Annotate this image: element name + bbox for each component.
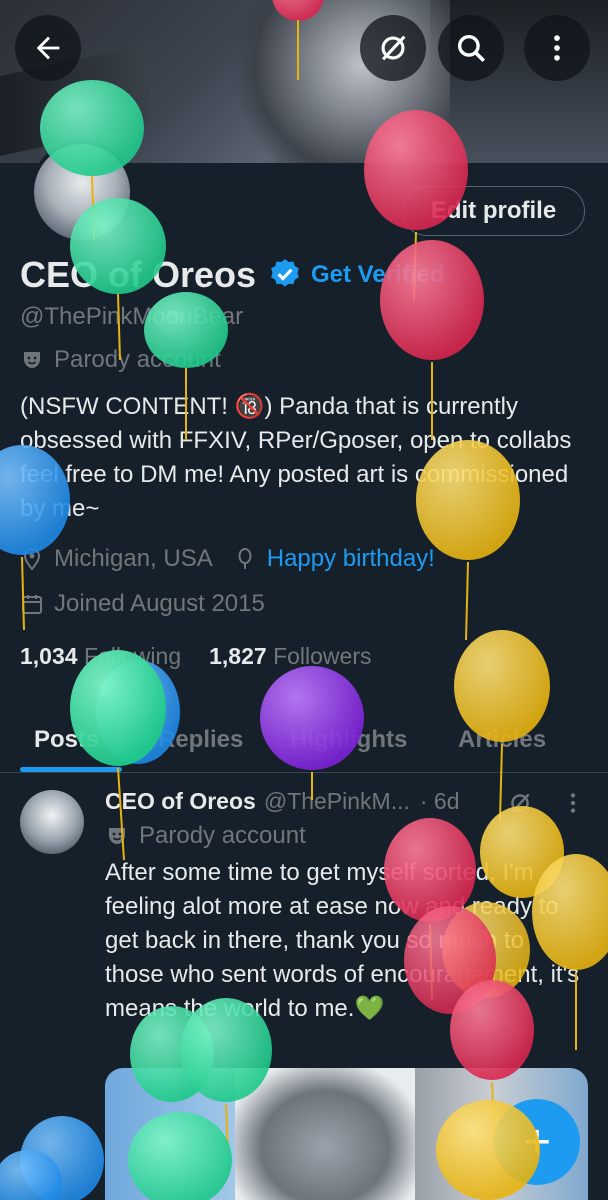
search-icon xyxy=(457,34,486,63)
tab-replies[interactable]: Replies xyxy=(158,710,243,770)
theater-masks-icon xyxy=(24,352,40,368)
post-time: · 6d xyxy=(419,788,460,814)
grok-slash-icon xyxy=(381,35,406,61)
post-author-name[interactable]: CEO of Oreos xyxy=(105,788,256,815)
verified-badge-icon[interactable] xyxy=(268,257,302,291)
grok-button[interactable] xyxy=(360,15,426,81)
tab-articles[interactable]: Articles xyxy=(458,710,546,770)
grok-slash-icon[interactable] xyxy=(507,790,533,816)
followers-count: 1,827 xyxy=(209,643,267,669)
location-pin-icon xyxy=(23,547,41,571)
follow-stats: 1,034 Following 1,827 Followers xyxy=(20,643,371,670)
tab-posts[interactable]: Posts xyxy=(34,710,99,770)
parody-label: Parody account xyxy=(54,346,221,373)
joined-text: Joined August 2015 xyxy=(54,590,265,617)
location-row: Michigan, USA Happy birthday! xyxy=(20,545,435,573)
post-author-handle: @ThePinkM... xyxy=(263,788,410,814)
more-options-button[interactable] xyxy=(524,15,590,81)
display-name: CEO of Oreos xyxy=(20,254,257,295)
following-link[interactable]: 1,034 Following xyxy=(20,643,181,670)
joined-row: Joined August 2015 xyxy=(20,590,265,618)
theater-masks-icon xyxy=(109,828,125,844)
tab-highlights[interactable]: Highlights xyxy=(290,710,407,770)
get-verified-link[interactable]: Get Verified xyxy=(311,261,444,289)
edit-profile-button[interactable]: Edit profile xyxy=(402,186,585,236)
more-vertical-icon xyxy=(570,793,576,813)
profile-avatar[interactable] xyxy=(30,140,134,244)
search-button[interactable] xyxy=(438,15,504,81)
parody-label-row: Parody account xyxy=(20,346,221,374)
post-more-button[interactable] xyxy=(560,790,586,823)
back-button[interactable] xyxy=(15,15,81,81)
post-header: CEO of Oreos @ThePinkM... · 6d xyxy=(105,788,460,815)
location-text: Michigan, USA xyxy=(54,545,213,572)
post-parody-label: Parody account xyxy=(139,822,306,849)
post-text: After some time to get myself sorted, I'… xyxy=(105,859,580,1022)
profile-bio: (NSFW CONTENT! 🔞) Panda that is currentl… xyxy=(20,393,572,522)
active-tab-indicator xyxy=(20,767,122,772)
balloon-icon xyxy=(238,548,252,569)
birthday-link[interactable]: Happy birthday! xyxy=(267,545,435,573)
arrow-left-icon xyxy=(36,36,60,60)
more-vertical-icon xyxy=(554,35,560,61)
compose-post-button[interactable]: + xyxy=(494,1099,580,1185)
post-parody-row: Parody account xyxy=(105,822,306,850)
profile-banner[interactable] xyxy=(0,0,608,163)
profile-tabs: Posts Replies Highlights Articles xyxy=(0,710,608,773)
post-avatar[interactable] xyxy=(20,790,84,854)
following-label: Following xyxy=(83,643,182,669)
calendar-icon xyxy=(22,595,42,614)
profile-handle: @ThePinkMoonBear xyxy=(20,303,244,330)
followers-link[interactable]: 1,827 Followers xyxy=(209,643,371,670)
followers-label: Followers xyxy=(273,643,372,669)
following-count: 1,034 xyxy=(20,643,78,669)
